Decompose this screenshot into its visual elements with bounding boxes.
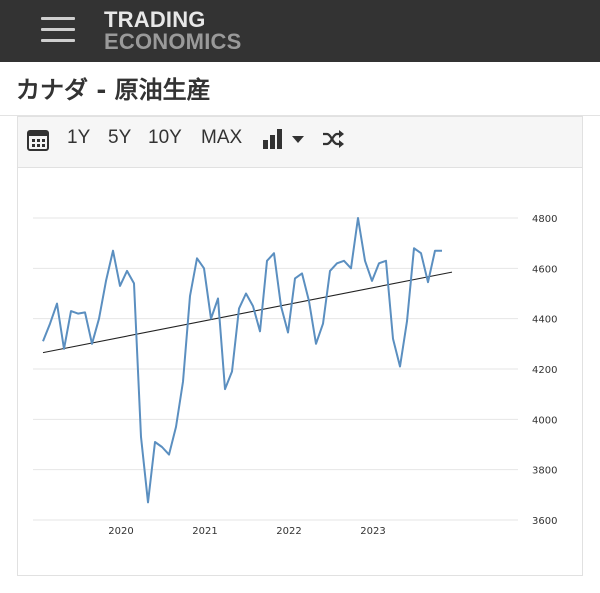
top-bar: TRADING ECONOMICS — [0, 0, 600, 62]
range-1y-button[interactable]: 1Y — [67, 127, 90, 149]
x-tick-label: 2021 — [192, 526, 217, 537]
menu-icon-line — [41, 17, 75, 20]
x-tick-label: 2020 — [108, 526, 133, 537]
x-tick-label: 2022 — [276, 526, 301, 537]
page-title: カナダ - 原油生産 — [16, 70, 211, 105]
y-tick-label: 3800 — [532, 466, 557, 477]
y-tick-label: 4400 — [532, 315, 557, 326]
y-tick-label: 4800 — [532, 214, 557, 225]
logo-line-1: TRADING — [104, 9, 241, 31]
menu-icon-line — [41, 39, 75, 42]
menu-icon[interactable] — [41, 15, 75, 43]
range-5y-button[interactable]: 5Y — [108, 127, 131, 149]
range-max-button[interactable]: MAX — [201, 127, 242, 149]
calendar-icon[interactable] — [27, 129, 49, 151]
x-tick-label: 2023 — [360, 526, 385, 537]
y-tick-label: 3600 — [532, 516, 557, 527]
y-tick-label: 4200 — [532, 365, 557, 376]
chevron-down-icon[interactable] — [291, 131, 305, 145]
y-tick-label: 4000 — [532, 415, 557, 426]
logo-line-2: ECONOMICS — [104, 31, 241, 53]
y-tick-label: 4600 — [532, 264, 557, 275]
bar-chart-icon[interactable] — [262, 128, 284, 150]
range-10y-button[interactable]: 10Y — [148, 127, 182, 149]
shuffle-icon[interactable] — [321, 127, 345, 151]
site-logo[interactable]: TRADING ECONOMICS — [104, 9, 241, 53]
series-line — [43, 218, 442, 502]
line-chart: 3600 3800 4000 4200 4400 4600 4800 2020 2021 2022… — [18, 168, 580, 573]
menu-icon-line — [41, 28, 75, 31]
chart-toolbar: 1Y 5Y 10Y MAX — [18, 117, 582, 168]
